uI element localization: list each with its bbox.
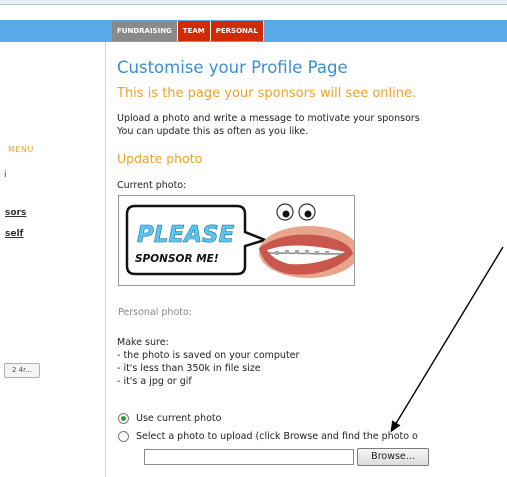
right-pupil xyxy=(304,210,312,218)
current-photo-label: Current photo: xyxy=(117,180,187,191)
option-select-upload-label: Select a photo to upload (click Browse a… xyxy=(136,431,418,442)
browser-top-strip xyxy=(0,0,507,5)
language-badge[interactable]: 2 4r... xyxy=(4,363,40,378)
personal-photo-label: Personal photo: xyxy=(118,307,193,318)
tab-bar: FUNDRAISING TEAM PERSONAL xyxy=(112,21,264,41)
list-item: - the photo is saved on your computer xyxy=(117,350,300,361)
browse-button[interactable]: Browse... xyxy=(357,448,429,466)
make-sure-heading: Make sure: xyxy=(117,337,169,348)
sidebar-link-self[interactable]: self xyxy=(5,229,23,239)
sidebar-fragment: i xyxy=(4,170,7,180)
tab-team[interactable]: TEAM xyxy=(177,21,211,41)
make-sure-list: Make sure: - the photo is saved on your … xyxy=(117,336,299,388)
arrow-line xyxy=(390,246,504,433)
photo-text-please: PLEASE xyxy=(137,222,235,248)
sidebar-link-sponsors[interactable]: sors xyxy=(5,208,26,218)
file-path-input[interactable] xyxy=(144,449,354,465)
page-title: Customise your Profile Page xyxy=(117,58,348,77)
page-subtitle: This is the page your sponsors will see … xyxy=(117,86,417,101)
update-photo-heading: Update photo xyxy=(117,151,203,166)
sidebar-menu-label: MENU xyxy=(8,145,34,154)
photo-text-sponsor: SPONSOR ME! xyxy=(135,253,219,265)
list-item: - it's a jpg or gif xyxy=(117,376,192,387)
intro-text: Upload a photo and write a message to mo… xyxy=(117,112,420,138)
intro-line-1: Upload a photo and write a message to mo… xyxy=(117,113,420,124)
left-pupil xyxy=(282,210,290,218)
tab-personal[interactable]: PERSONAL xyxy=(210,21,264,41)
column-divider xyxy=(105,42,106,477)
option-select-upload: Select a photo to upload (click Browse a… xyxy=(118,431,418,442)
intro-line-2: You can update this as often as you like… xyxy=(117,126,309,137)
radio-use-current[interactable] xyxy=(118,413,129,424)
current-photo: PLEASE SPONSOR ME! xyxy=(118,195,355,286)
option-use-current: Use current photo xyxy=(118,413,221,424)
current-photo-image: PLEASE SPONSOR ME! xyxy=(125,203,354,278)
option-use-current-label: Use current photo xyxy=(136,413,222,424)
list-item: - it's less than 350k in file size xyxy=(117,363,261,374)
radio-select-upload[interactable] xyxy=(118,431,129,442)
tab-fundraising[interactable]: FUNDRAISING xyxy=(112,21,178,41)
